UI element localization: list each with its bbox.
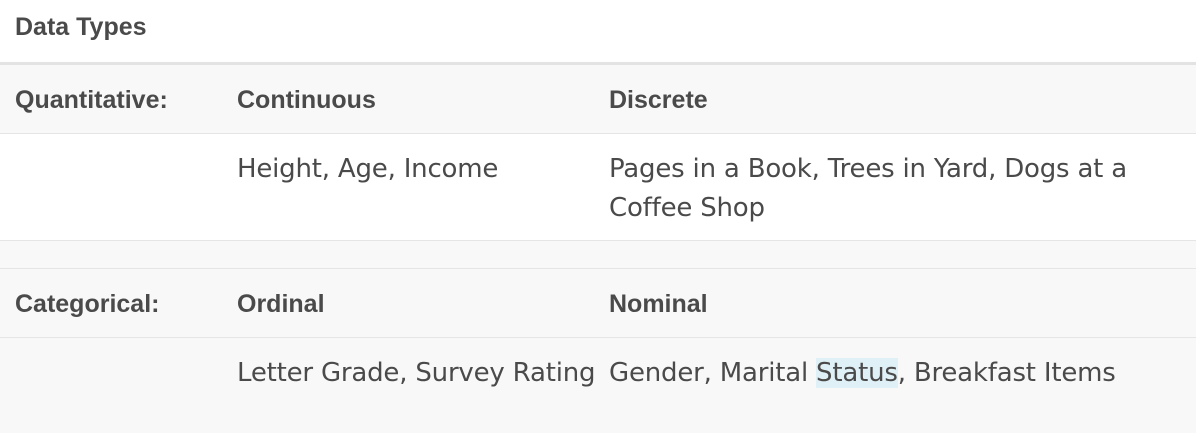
- column-header-continuous: Continuous: [237, 86, 376, 114]
- quantitative-examples-row: Height, Age, Income Pages in a Book, Tre…: [0, 134, 1196, 241]
- column-header-discrete: Discrete: [609, 86, 708, 114]
- column-header-ordinal: Ordinal: [237, 290, 325, 318]
- categorical-header-row: Categorical: Ordinal Nominal: [0, 269, 1196, 338]
- column-header-nominal: Nominal: [609, 290, 708, 318]
- nominal-text-after: , Breakfast Items: [897, 358, 1116, 388]
- continuous-examples: Height, Age, Income: [237, 154, 499, 184]
- quantitative-header-row: Quantitative: Continuous Discrete: [0, 65, 1196, 134]
- highlighted-text: Status: [816, 358, 898, 388]
- table-caption: Data Types: [0, 0, 1196, 65]
- ordinal-examples: Letter Grade, Survey Rating: [237, 358, 596, 388]
- nominal-text-before: Gender, Marital: [609, 358, 817, 388]
- group-label-quantitative: Quantitative:: [15, 86, 168, 114]
- nominal-examples: Gender, Marital Status, Breakfast Items: [609, 338, 1189, 393]
- categorical-examples-row: Letter Grade, Survey Rating Gender, Mari…: [0, 338, 1196, 433]
- data-types-table: Data Types Quantitative: Continuous Disc…: [0, 0, 1196, 433]
- group-label-categorical: Categorical:: [15, 290, 160, 318]
- discrete-examples: Pages in a Book, Trees in Yard, Dogs at …: [609, 154, 1127, 223]
- section-divider: [0, 241, 1196, 269]
